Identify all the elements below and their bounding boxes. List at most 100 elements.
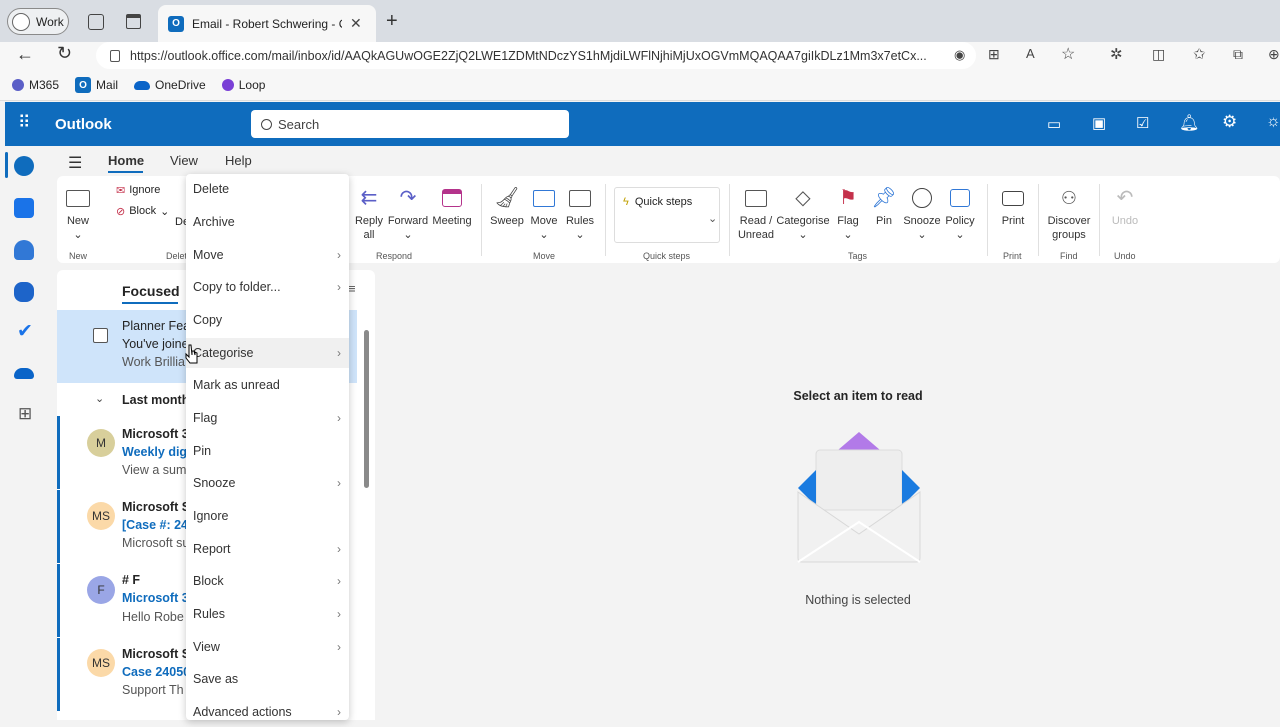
filter-icon[interactable]: ≡ bbox=[348, 281, 356, 296]
read-aloud-icon[interactable]: A bbox=[1026, 46, 1035, 61]
menu-item-snooze[interactable]: Snooze › bbox=[186, 468, 349, 498]
calendar-rail-icon[interactable] bbox=[14, 198, 34, 218]
ignore-button[interactable]: ✉ Ignore bbox=[116, 184, 160, 197]
tab-focused[interactable]: Focused bbox=[122, 283, 180, 299]
sender-name: # F bbox=[122, 573, 141, 587]
move-button[interactable]: Move ⌄ bbox=[529, 184, 559, 242]
menu-item-categorise[interactable]: Categorise › bbox=[186, 338, 349, 368]
teams-chat-icon[interactable]: ▭ bbox=[1047, 115, 1061, 133]
read-unread-button[interactable]: Read / Unread bbox=[736, 184, 776, 242]
envelope-icon bbox=[64, 184, 92, 212]
menu-item-copy[interactable]: Copy bbox=[186, 305, 349, 335]
outlook-favicon-icon: O bbox=[168, 15, 184, 32]
menu-item-report[interactable]: Report › bbox=[186, 534, 349, 564]
settings-gear-icon[interactable]: ⚙ bbox=[1222, 112, 1237, 132]
printer-icon bbox=[999, 184, 1027, 212]
quick-steps-chevron-icon[interactable]: ⌄ bbox=[708, 212, 717, 225]
profile-avatar-icon bbox=[12, 12, 30, 31]
menu-item-view[interactable]: View › bbox=[186, 632, 349, 662]
favorite-mail[interactable]: O Mail bbox=[75, 77, 118, 93]
todo-rail-icon[interactable]: ✔ bbox=[17, 320, 33, 343]
meeting-button[interactable]: Meeting bbox=[431, 184, 473, 228]
reply-all-button[interactable]: ⇇ Reply all bbox=[354, 184, 384, 242]
menu-item-rules[interactable]: Rules › bbox=[186, 599, 349, 629]
split-screen-icon[interactable]: ◫ bbox=[1152, 46, 1165, 63]
message-subject: Case 24050 bbox=[122, 665, 191, 679]
pin-button[interactable]: 📌︎ Pin bbox=[870, 184, 898, 228]
ribbon-separator bbox=[1099, 184, 1100, 256]
new-mail-button[interactable]: New ⌄ bbox=[62, 184, 94, 242]
mail-rail-icon[interactable] bbox=[14, 156, 34, 176]
policy-button[interactable]: Policy ⌄ bbox=[944, 184, 976, 242]
address-bar[interactable]: https://outlook.office.com/mail/inbox/id… bbox=[96, 42, 976, 69]
word-icon[interactable]: ▣ bbox=[1092, 114, 1106, 132]
groups-rail-icon[interactable] bbox=[14, 282, 34, 302]
discover-groups-button[interactable]: ⚇ Discover groups bbox=[1044, 184, 1094, 242]
back-icon[interactable]: ← bbox=[16, 44, 34, 65]
tab-home[interactable]: Home bbox=[108, 153, 144, 168]
close-tab-icon[interactable]: ✕ bbox=[350, 15, 362, 32]
quick-steps-gallery[interactable]: ϟ Quick steps bbox=[614, 187, 720, 243]
menu-item-copy-to-folder[interactable]: Copy to folder... › bbox=[186, 272, 349, 302]
ribbon-separator bbox=[729, 184, 730, 256]
workspaces-icon[interactable] bbox=[88, 14, 104, 30]
tab-view[interactable]: View bbox=[170, 153, 198, 168]
menu-item-flag[interactable]: Flag › bbox=[186, 403, 349, 433]
tab-actions-icon[interactable] bbox=[126, 14, 141, 29]
app-launcher-icon[interactable]: ⠿ bbox=[18, 113, 31, 133]
favorite-m365[interactable]: M365 bbox=[12, 78, 59, 92]
favorite-onedrive[interactable]: OneDrive bbox=[134, 78, 206, 92]
browser-tab-active[interactable]: O Email - Robert Schwering - Outlo ✕ bbox=[158, 5, 376, 42]
tips-lightbulb-icon[interactable]: ☼ bbox=[1266, 113, 1280, 131]
tracking-icon[interactable]: ◉ bbox=[954, 47, 965, 63]
select-checkbox[interactable] bbox=[93, 328, 108, 343]
list-scrollbar[interactable] bbox=[364, 330, 369, 488]
menu-item-block[interactable]: Block › bbox=[186, 566, 349, 596]
notifications-bell-icon[interactable]: 🔔︎ bbox=[1179, 113, 1199, 133]
flag-button[interactable]: ⚑ Flag ⌄ bbox=[834, 184, 862, 242]
chevron-right-icon: › bbox=[337, 476, 341, 490]
onedrive-rail-icon[interactable] bbox=[14, 368, 34, 379]
extensions-icon[interactable]: ✲ bbox=[1110, 45, 1123, 63]
sweep-button[interactable]: 🧹︎ Sweep bbox=[490, 184, 524, 228]
collapse-chevron-icon[interactable]: ⌄ bbox=[95, 392, 104, 405]
unread-indicator bbox=[57, 564, 60, 637]
undo-icon: ↶ bbox=[1116, 187, 1134, 209]
apps-icon[interactable]: ⊞ bbox=[988, 46, 1000, 63]
more-apps-rail-icon[interactable]: ⊞ bbox=[18, 404, 32, 424]
collections-icon[interactable]: ⧉ bbox=[1233, 46, 1243, 63]
menu-item-move[interactable]: Move › bbox=[186, 240, 349, 270]
reading-pane-subtitle: Nothing is selected bbox=[805, 593, 911, 607]
forward-button[interactable]: ↷ Forward ⌄ bbox=[388, 184, 428, 242]
favorite-loop[interactable]: Loop bbox=[221, 78, 265, 92]
snooze-button[interactable]: Snooze ⌄ bbox=[903, 184, 941, 242]
group-label-print: Print bbox=[1003, 251, 1022, 261]
more-browser-icon[interactable]: ⊕ bbox=[1268, 46, 1280, 63]
menu-item-archive[interactable]: Archive bbox=[186, 207, 349, 237]
print-button[interactable]: Print bbox=[998, 184, 1028, 228]
tab-help[interactable]: Help bbox=[225, 153, 252, 168]
menu-item-save-as[interactable]: Save as bbox=[186, 664, 349, 694]
group-label-tags: Tags bbox=[848, 251, 868, 261]
hamburger-menu-icon[interactable]: ☰ bbox=[68, 153, 82, 173]
ignore-icon: ✉ bbox=[116, 185, 126, 197]
categorise-button[interactable]: ◇ Categorise ⌄ bbox=[776, 184, 830, 242]
people-rail-icon[interactable] bbox=[14, 240, 34, 260]
favorite-star-icon[interactable]: ☆ bbox=[1061, 44, 1075, 64]
menu-item-delete[interactable]: Delete bbox=[186, 174, 349, 204]
menu-item-ignore[interactable]: Ignore bbox=[186, 501, 349, 531]
menu-item-pin[interactable]: Pin bbox=[186, 436, 349, 466]
policy-icon bbox=[946, 184, 974, 212]
undo-button[interactable]: ↶ Undo bbox=[1108, 184, 1142, 228]
my-day-icon[interactable]: ☑ bbox=[1136, 114, 1149, 132]
menu-item-advanced-actions[interactable]: Advanced actions › bbox=[186, 697, 349, 727]
menu-item-mark-as-unread[interactable]: Mark as unread bbox=[186, 370, 349, 400]
profile-button[interactable]: Work bbox=[7, 8, 69, 35]
refresh-icon[interactable]: ↻ bbox=[57, 43, 72, 64]
clock-icon bbox=[908, 184, 936, 212]
rules-button[interactable]: Rules ⌄ bbox=[565, 184, 595, 242]
search-input[interactable]: Search bbox=[251, 110, 569, 138]
block-button[interactable]: ⊘ Block ⌄ bbox=[116, 205, 169, 218]
favorites-icon[interactable]: ✩ bbox=[1193, 45, 1206, 63]
new-tab-icon[interactable]: + bbox=[386, 10, 398, 33]
